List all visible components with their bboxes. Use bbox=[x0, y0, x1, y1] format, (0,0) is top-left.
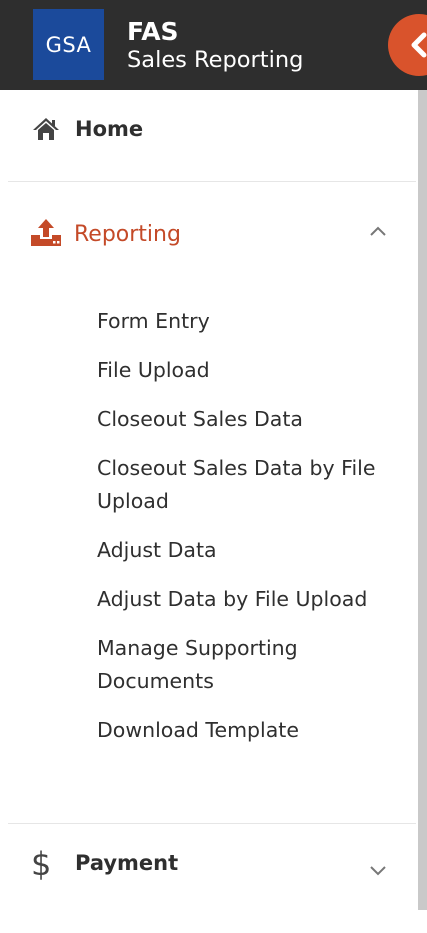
nav-label-payment: Payment bbox=[75, 851, 179, 875]
app-header: GSA FAS Sales Reporting bbox=[0, 0, 427, 90]
submenu-item-adjust-data[interactable]: Adjust Data bbox=[97, 534, 397, 567]
upload-icon bbox=[31, 219, 61, 246]
scrollbar[interactable] bbox=[418, 90, 427, 910]
logo-text: GSA bbox=[45, 32, 92, 57]
app-title: FAS bbox=[127, 17, 179, 46]
collapse-sidebar-button[interactable] bbox=[388, 14, 427, 76]
nav-divider bbox=[8, 823, 416, 824]
submenu-item-manage-supporting-documents[interactable]: Manage Supporting Documents bbox=[97, 632, 397, 698]
nav-item-reporting[interactable]: Reporting bbox=[0, 208, 418, 264]
chevron-down-icon[interactable] bbox=[369, 865, 387, 877]
home-icon bbox=[33, 118, 59, 140]
nav-label-reporting: Reporting bbox=[74, 222, 181, 247]
submenu-item-download-template[interactable]: Download Template bbox=[97, 714, 397, 747]
reporting-submenu: Form Entry File Upload Closeout Sales Da… bbox=[97, 305, 397, 763]
submenu-item-file-upload[interactable]: File Upload bbox=[97, 354, 397, 387]
app-subtitle: Sales Reporting bbox=[127, 47, 304, 73]
submenu-item-adjust-data-file-upload[interactable]: Adjust Data by File Upload bbox=[97, 583, 397, 616]
nav-label-home: Home bbox=[75, 117, 144, 141]
submenu-item-closeout-sales-data[interactable]: Closeout Sales Data bbox=[97, 403, 397, 436]
app-frame: GSA FAS Sales Reporting Home Reporting F… bbox=[0, 0, 427, 933]
submenu-item-form-entry[interactable]: Form Entry bbox=[97, 305, 397, 338]
nav-item-payment[interactable]: $ Payment bbox=[0, 840, 418, 894]
nav-item-home[interactable]: Home bbox=[0, 104, 418, 158]
nav-divider bbox=[8, 181, 416, 182]
submenu-item-closeout-sales-data-file-upload[interactable]: Closeout Sales Data by File Upload bbox=[97, 452, 397, 518]
brand: FAS Sales Reporting bbox=[127, 18, 303, 74]
gsa-logo: GSA bbox=[33, 9, 104, 80]
chevron-left-icon bbox=[411, 32, 427, 58]
dollar-icon: $ bbox=[31, 845, 52, 883]
chevron-up-icon[interactable] bbox=[369, 225, 387, 237]
